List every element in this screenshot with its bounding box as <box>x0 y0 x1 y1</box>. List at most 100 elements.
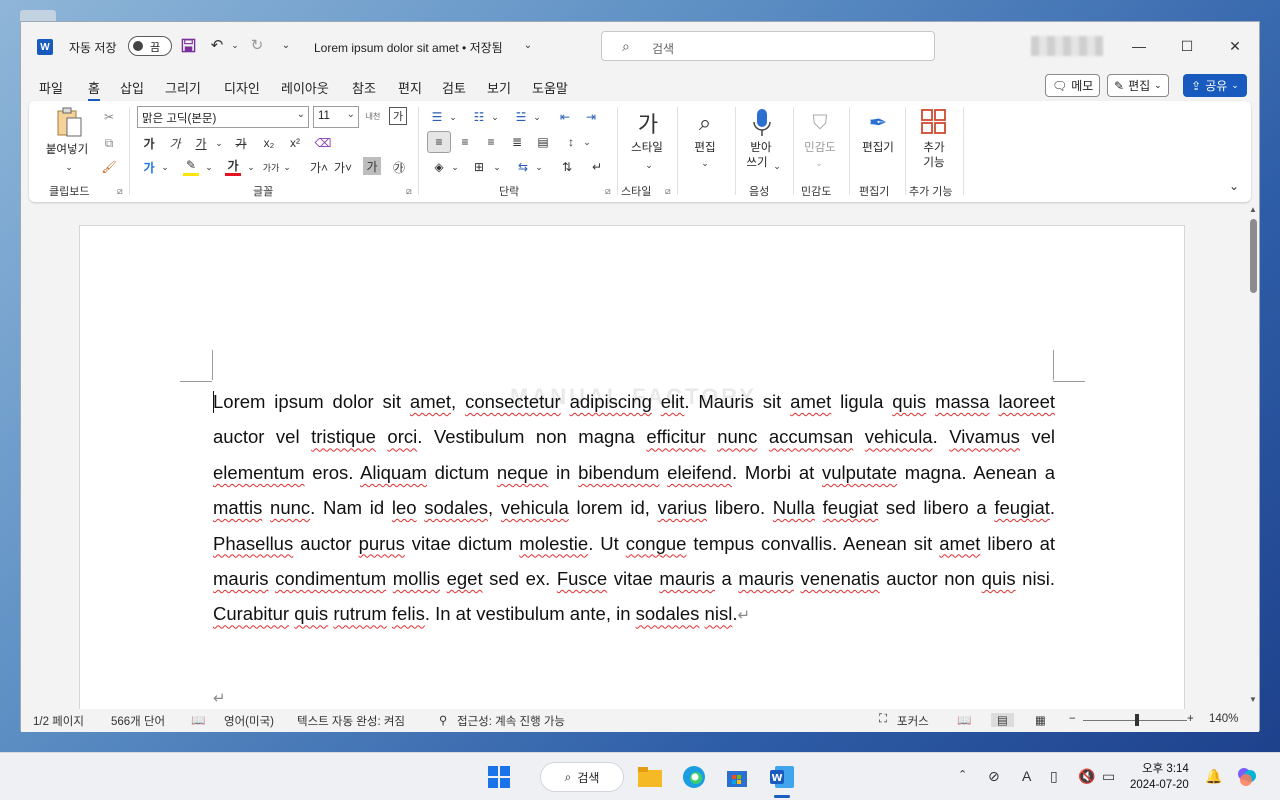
misspelled-word[interactable]: vehicula <box>501 497 569 518</box>
battery-icon[interactable]: ▭ <box>1102 768 1115 785</box>
tab-draw[interactable]: 그리기 <box>165 78 201 97</box>
misspelled-word[interactable]: sodales <box>636 603 700 624</box>
save-icon[interactable] <box>179 36 197 54</box>
borders-icon[interactable]: ⊞ <box>469 157 489 177</box>
editor-button-label[interactable]: 편집기 <box>855 141 901 156</box>
misspelled-word[interactable]: elit <box>661 391 685 412</box>
font-color-icon[interactable]: 가 <box>223 155 243 175</box>
misspelled-word[interactable]: Curabitur <box>213 603 289 624</box>
shrink-font-button[interactable]: 가˅ <box>333 157 353 177</box>
web-layout-icon[interactable]: ▦ <box>1035 713 1046 727</box>
misspelled-word[interactable]: rutrum <box>333 603 386 624</box>
zoom-in-button[interactable]: + <box>1187 713 1194 725</box>
misspelled-word[interactable]: Vivamus <box>949 426 1020 447</box>
dictate-label-1[interactable]: 받아 <box>739 141 783 156</box>
taskbar-search[interactable]: ⌕ 검색 <box>540 762 624 792</box>
misspelled-word[interactable]: quis <box>982 568 1016 589</box>
network-off-icon[interactable]: ⊘ <box>988 768 1000 785</box>
misspelled-word[interactable]: orci <box>387 426 417 447</box>
align-left-icon[interactable]: ≡ <box>429 132 449 152</box>
borders-dropdown-icon[interactable]: ⌄ <box>487 157 507 177</box>
styles-launcher-icon[interactable]: ⧄ <box>665 186 671 197</box>
misspelled-word[interactable]: accumsan <box>769 426 853 447</box>
misspelled-word[interactable]: neque <box>497 462 548 483</box>
empty-paragraph-mark[interactable]: ↵ <box>213 689 226 707</box>
word-count[interactable]: 566개 단어 <box>111 713 165 729</box>
misspelled-word[interactable]: quis <box>294 603 328 624</box>
zoom-slider-thumb[interactable] <box>1135 714 1139 726</box>
proofing-icon[interactable]: 📖 <box>191 713 205 727</box>
misspelled-word[interactable]: bibendum <box>578 462 659 483</box>
misspelled-word[interactable]: sodales <box>424 497 488 518</box>
misspelled-word[interactable]: purus <box>359 533 405 554</box>
tab-design[interactable]: 디자인 <box>224 78 260 97</box>
misspelled-word[interactable]: Aliquam <box>360 462 427 483</box>
misspelled-word[interactable]: mauris <box>659 568 715 589</box>
misspelled-word[interactable]: amet <box>410 391 451 412</box>
addins-label-1[interactable]: 추가 <box>911 141 957 156</box>
title-chevron-down-icon[interactable]: ⌄ <box>519 36 537 54</box>
font-color-dropdown-icon[interactable]: ⌄ <box>241 157 261 177</box>
misspelled-word[interactable]: Nulla <box>773 497 815 518</box>
bullets-dropdown-icon[interactable]: ⌄ <box>443 107 463 127</box>
start-button[interactable] <box>483 761 515 793</box>
zoom-out-button[interactable]: − <box>1069 713 1076 725</box>
align-right-icon[interactable]: ≡ <box>481 132 501 152</box>
tab-file[interactable]: 파일 <box>39 78 63 97</box>
enclose-characters-button[interactable]: ㉮ <box>389 157 409 177</box>
tab-references[interactable]: 참조 <box>352 78 376 97</box>
change-case-dropdown-icon[interactable]: ⌄ <box>277 157 297 177</box>
character-border-button[interactable]: 가 <box>389 107 407 125</box>
undo-icon[interactable]: ↶ <box>208 36 226 54</box>
clipboard-launcher-icon[interactable]: ⧄ <box>117 186 123 197</box>
document-title[interactable]: Lorem ipsum dolor sit amet • 저장됨 <box>314 39 503 56</box>
multilevel-dropdown-icon[interactable]: ⌄ <box>527 107 547 127</box>
grow-font-button[interactable]: 가˄ <box>309 157 329 177</box>
share-button[interactable]: ⇪ 공유 ⌄ <box>1183 74 1247 97</box>
misspelled-word[interactable]: Fusce <box>557 568 607 589</box>
phonetic-guide-button[interactable]: 내천 <box>363 106 383 126</box>
misspelled-word[interactable]: amet <box>939 533 980 554</box>
edge-icon[interactable] <box>678 761 710 793</box>
word-app-icon[interactable]: W <box>37 39 53 55</box>
paste-icon[interactable] <box>55 105 85 141</box>
misspelled-word[interactable]: laoreet <box>998 391 1055 412</box>
notification-bell-icon[interactable]: 🔔 <box>1205 768 1222 785</box>
bold-button[interactable]: 가 <box>139 133 159 153</box>
redo-icon[interactable]: ↻ <box>248 36 266 54</box>
misspelled-word[interactable]: adipiscing <box>570 391 652 412</box>
format-painter-icon[interactable]: 🖌 <box>99 157 119 177</box>
misspelled-word[interactable]: nunc <box>270 497 310 518</box>
line-spacing-dropdown-icon[interactable]: ⌄ <box>577 132 597 152</box>
styles-icon[interactable]: 가 <box>633 107 663 139</box>
word-taskbar-icon[interactable]: W <box>766 761 798 793</box>
accessibility-status[interactable]: 접근성: 계속 진행 가능 <box>457 713 565 729</box>
copy-icon[interactable]: ⧉ <box>99 133 119 153</box>
sensitivity-icon[interactable]: ⛉ <box>805 107 835 139</box>
misspelled-word[interactable]: leo <box>392 497 417 518</box>
scroll-up-icon[interactable]: ▲ <box>1249 205 1257 214</box>
sensitivity-dropdown-icon[interactable]: ⌄ <box>809 153 829 173</box>
minimize-button[interactable]: — <box>1127 34 1151 58</box>
addins-icon[interactable] <box>919 107 949 137</box>
document-page[interactable]: MANUAL FACTORY Lorem ipsum dolor sit ame… <box>79 225 1185 709</box>
font-size-select[interactable]: 11 ⌄ <box>313 106 359 128</box>
ribbon-expand-icon[interactable]: ⌄ <box>1229 179 1239 193</box>
strikethrough-button[interactable]: 가 <box>231 133 251 153</box>
clear-formatting-icon[interactable]: ⌫ <box>313 133 333 153</box>
cut-icon[interactable]: ✂ <box>99 107 119 127</box>
font-launcher-icon[interactable]: ⧄ <box>406 186 412 197</box>
paste-dropdown-icon[interactable]: ⌄ <box>59 157 79 177</box>
misspelled-word[interactable]: condimentum <box>275 568 386 589</box>
justify-icon[interactable]: ≣ <box>507 132 527 152</box>
misspelled-word[interactable]: mollis <box>393 568 440 589</box>
misspelled-word[interactable]: efficitur <box>646 426 705 447</box>
print-layout-icon[interactable]: ▤ <box>991 713 1014 727</box>
read-mode-icon[interactable]: 📖 <box>957 713 971 727</box>
editing-dropdown-icon[interactable]: ⌄ <box>695 153 715 173</box>
text-direction-dropdown-icon[interactable]: ⌄ <box>529 157 549 177</box>
distributed-icon[interactable]: ▤ <box>533 132 553 152</box>
misspelled-word[interactable]: quis <box>892 391 926 412</box>
maximize-button[interactable]: ☐ <box>1175 34 1199 58</box>
styles-label[interactable]: 스타일 <box>625 141 669 156</box>
